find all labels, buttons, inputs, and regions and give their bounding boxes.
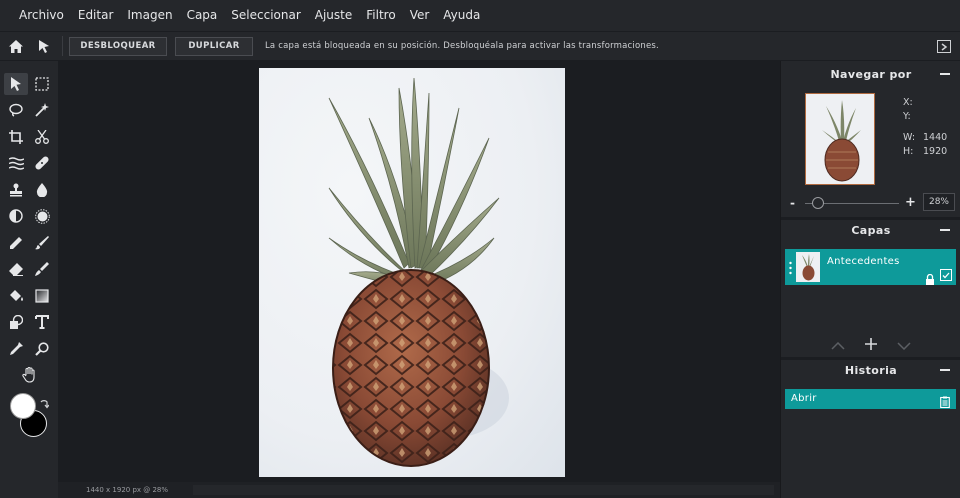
zoom-in-button[interactable]: +: [905, 195, 916, 210]
lock-icon[interactable]: [925, 270, 935, 289]
collapse-panel-icon[interactable]: [937, 40, 951, 53]
drag-handle-icon[interactable]: [789, 260, 792, 275]
x-label: X:: [903, 97, 913, 108]
menu-seleccionar[interactable]: Seleccionar: [224, 0, 307, 31]
move-layer-up-icon[interactable]: [831, 335, 845, 354]
menu-ayuda[interactable]: Ayuda: [436, 0, 487, 31]
navigator-title: Navegar por: [830, 67, 912, 81]
lasso-icon[interactable]: [4, 99, 28, 121]
history-title: Historia: [844, 363, 898, 377]
menu-editar[interactable]: Editar: [71, 0, 121, 31]
menu-archivo[interactable]: Archivo: [12, 0, 71, 31]
home-icon[interactable]: [2, 32, 30, 60]
smudge-icon[interactable]: [30, 258, 54, 280]
divider: [62, 36, 63, 56]
liquify-icon[interactable]: [4, 152, 28, 174]
move-tool-icon[interactable]: [30, 32, 58, 60]
canvas-area[interactable]: [58, 61, 780, 482]
clipboard-icon: [940, 393, 950, 412]
dodge-icon[interactable]: [4, 205, 28, 227]
magic-wand-icon[interactable]: [30, 99, 54, 121]
history-item[interactable]: Abrir: [785, 389, 956, 409]
bucket-icon[interactable]: [4, 285, 28, 307]
pineapple-image[interactable]: [259, 68, 565, 477]
shape-icon[interactable]: [4, 311, 28, 333]
stamp-icon[interactable]: [4, 179, 28, 201]
text-icon[interactable]: [30, 311, 54, 333]
zoom-control: - + 28%: [781, 192, 960, 214]
options-bar: DESBLOQUEAR DUPLICAR La capa está bloque…: [0, 31, 960, 60]
history-header[interactable]: Historia: [781, 358, 960, 382]
zoom-icon[interactable]: [30, 338, 54, 360]
move-icon[interactable]: [4, 73, 28, 95]
height-label: H:: [903, 146, 914, 157]
unlock-button[interactable]: DESBLOQUEAR: [69, 36, 167, 56]
duplicate-button[interactable]: DUPLICAR: [175, 36, 253, 56]
height-value: 1920: [923, 146, 948, 157]
sponge-icon[interactable]: [30, 205, 54, 227]
width-value: 1440: [923, 132, 948, 143]
menu-filtro[interactable]: Filtro: [359, 0, 402, 31]
pencil-icon[interactable]: [4, 232, 28, 254]
menu-bar: Archivo Editar Imagen Capa Seleccionar A…: [0, 0, 960, 31]
move-layer-down-icon[interactable]: [897, 335, 911, 354]
swap-colors-icon[interactable]: [39, 395, 50, 414]
horizontal-scrollbar[interactable]: [193, 485, 774, 495]
layers-title: Capas: [851, 223, 891, 237]
navigator-thumbnail[interactable]: [805, 93, 875, 185]
layer-item[interactable]: Antecedentes: [785, 249, 956, 285]
crop-icon[interactable]: [4, 126, 28, 148]
zoom-slider-handle[interactable]: [812, 197, 824, 209]
layer-name: Antecedentes: [827, 256, 900, 267]
right-panel: Navegar por X: Y: W: 1440 H: 1920 - + 28…: [780, 61, 960, 498]
status-bar: 1440 x 1920 px @ 28%: [58, 482, 780, 498]
lock-message: La capa está bloqueada en su posición. D…: [265, 41, 659, 51]
gradient-icon[interactable]: [30, 285, 54, 307]
healing-icon[interactable]: [30, 152, 54, 174]
y-label: Y:: [903, 111, 911, 122]
photo-editor-app: Archivo Editar Imagen Capa Seleccionar A…: [0, 0, 960, 498]
width-label: W:: [903, 132, 916, 143]
menu-ver[interactable]: Ver: [403, 0, 437, 31]
image-info: 1440 x 1920 px @ 28%: [86, 486, 169, 494]
scissors-icon[interactable]: [30, 126, 54, 148]
brush-icon[interactable]: [30, 232, 54, 254]
layer-actions: [831, 335, 911, 353]
visibility-checkbox[interactable]: [940, 269, 952, 281]
eyedropper-icon[interactable]: [4, 338, 28, 360]
marquee-icon[interactable]: [30, 73, 54, 95]
navigator-header[interactable]: Navegar por: [781, 62, 960, 86]
collapse-history-icon[interactable]: [940, 369, 950, 371]
collapse-layers-icon[interactable]: [940, 229, 950, 231]
history-item-name: Abrir: [791, 393, 817, 404]
collapse-navigator-icon[interactable]: [940, 73, 950, 75]
foreground-color-swatch[interactable]: [10, 393, 36, 419]
layer-thumbnail: [796, 252, 820, 282]
zoom-input[interactable]: 28%: [923, 193, 955, 211]
eraser-icon[interactable]: [4, 258, 28, 280]
add-layer-icon[interactable]: [865, 335, 877, 354]
menu-imagen[interactable]: Imagen: [120, 0, 179, 31]
menu-ajuste[interactable]: Ajuste: [308, 0, 360, 31]
menu-capa[interactable]: Capa: [180, 0, 225, 31]
zoom-out-button[interactable]: -: [790, 196, 795, 210]
layers-header[interactable]: Capas: [781, 218, 960, 242]
hand-icon[interactable]: [17, 364, 41, 386]
blur-icon[interactable]: [30, 179, 54, 201]
tools-panel: [0, 61, 58, 498]
